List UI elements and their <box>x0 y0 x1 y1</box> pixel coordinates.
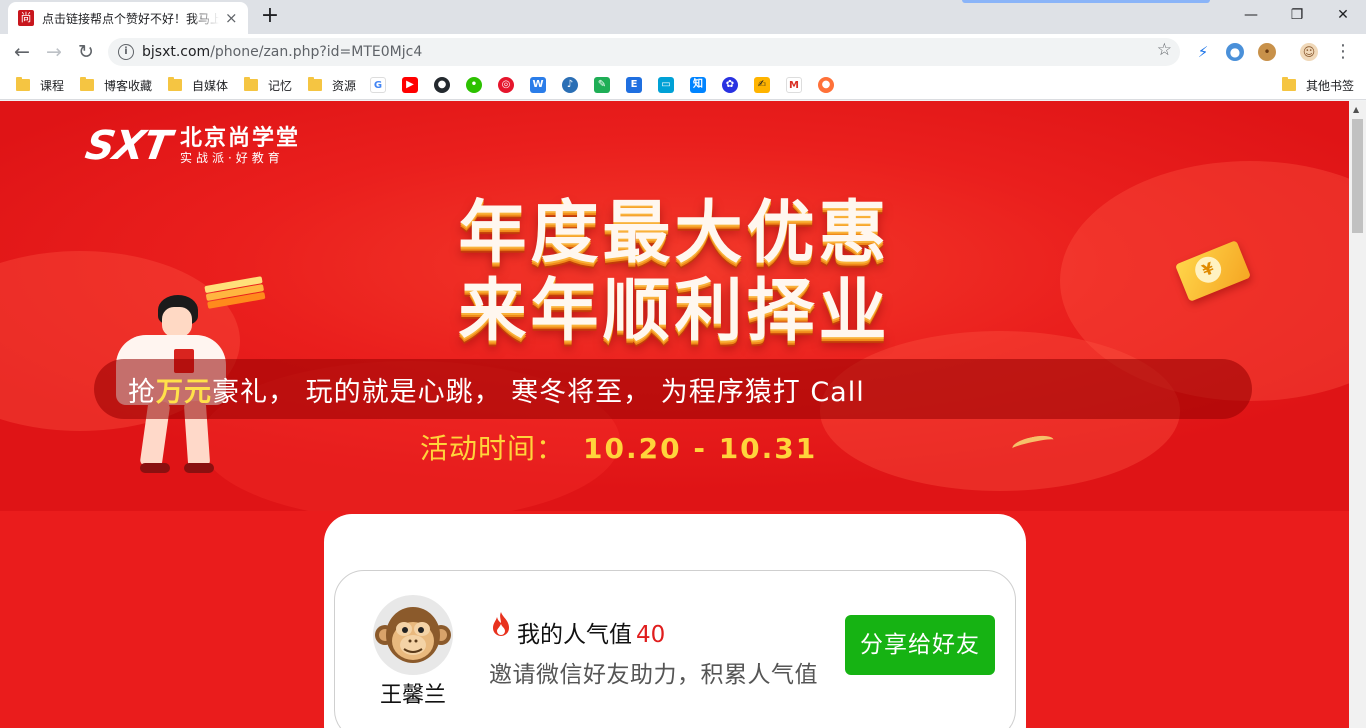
zhihu-icon[interactable]: 知 <box>690 77 706 93</box>
weibo-icon[interactable]: ◎ <box>498 77 514 93</box>
browser-toolbar: ← → ↻ i bjsxt.com/phone/zan.php?id=MTE0M… <box>0 34 1366 70</box>
bookmark-folder[interactable]: 资源 <box>308 76 356 94</box>
other-bookmarks-label: 其他书签 <box>1306 78 1355 93</box>
period-dates: 10.20 - 10.31 <box>583 432 818 465</box>
fox-icon[interactable]: ● <box>818 77 834 93</box>
restore-button[interactable]: ❐ <box>1274 0 1320 30</box>
scroll-up-icon[interactable]: ▲ <box>1353 105 1359 114</box>
bookmark-folder[interactable]: 课程 <box>16 76 64 94</box>
new-tab-button[interactable]: + <box>256 5 284 29</box>
share-button[interactable]: 分享给好友 <box>845 615 995 675</box>
address-bar[interactable]: i bjsxt.com/phone/zan.php?id=MTE0Mjc4 ☆ <box>108 38 1180 66</box>
page-viewport: SXT 北京尚学堂 实战派·好教育 年度最大优惠 来年顺利择业 ¥ 抢万元 豪礼… <box>0 101 1349 728</box>
tab-close-icon[interactable]: × <box>223 9 240 27</box>
popularity-label: 我的人气值 <box>517 622 632 648</box>
promo-banner: SXT 北京尚学堂 实战派·好教育 年度最大优惠 来年顺利择业 ¥ 抢万元 豪礼… <box>0 101 1349 511</box>
forward-button[interactable]: → <box>40 38 68 66</box>
bilibili-icon[interactable]: ▭ <box>658 77 674 93</box>
popularity-value: 40 <box>636 622 666 648</box>
bookmark-folder[interactable]: 博客收藏 <box>80 76 152 94</box>
bookmarks-bar: 课程 博客收藏 自媒体 记忆 资源 G ▶ ● • ◎ W ♪ ✎ E ▭ 知 … <box>0 70 1366 100</box>
other-bookmarks[interactable]: 其他书签 <box>1282 76 1354 94</box>
promo-tagline: 抢万元 豪礼， 玩的就是心跳， 寒冬将至， 为程序猿打 Call <box>94 359 1252 419</box>
bookmark-folder-label: 记忆 <box>268 78 293 93</box>
username: 王馨兰 <box>379 683 446 708</box>
monkey-avatar <box>373 595 453 675</box>
folder-icon <box>308 77 322 91</box>
profile-avatar-icon[interactable]: ☺ <box>1300 43 1318 61</box>
bolt-extension-icon[interactable]: ⚡ <box>1194 43 1212 61</box>
folder-icon <box>80 77 94 91</box>
activity-period: 活动时间： 10.20 - 10.31 <box>420 427 817 467</box>
tab-title: 点击链接帮点个赞好不好！我马上 <box>42 11 219 26</box>
invite-text: 邀请微信好友助力，积累人气值 <box>489 662 818 688</box>
title-bar-accent <box>962 0 1210 3</box>
user-card: 王馨兰 我的人气值 40 邀请微信好友助力，积累人气值 分享给好友 <box>324 514 1026 728</box>
minimize-button[interactable]: — <box>1228 0 1274 30</box>
tagline-highlight: 万元 <box>156 376 212 408</box>
w-icon[interactable]: W <box>530 77 546 93</box>
bookmark-folder-label: 资源 <box>332 78 357 93</box>
folder-icon <box>244 77 258 91</box>
google-icon[interactable]: G <box>370 77 386 93</box>
fire-icon <box>493 612 509 636</box>
bookmark-star-icon[interactable]: ☆ <box>1157 40 1172 60</box>
bookmark-folder[interactable]: 自媒体 <box>168 76 228 94</box>
folder-icon <box>1282 77 1296 91</box>
yen-icon: ¥ <box>1191 252 1226 287</box>
back-button[interactable]: ← <box>8 38 36 66</box>
tagline-post: 豪礼， 玩的就是心跳， 寒冬将至， 为程序猿打 Call <box>212 376 865 408</box>
browser-menu-icon[interactable]: ⋮ <box>1334 43 1352 61</box>
close-window-button[interactable]: ✕ <box>1320 0 1366 30</box>
brand-slogan: 实战派·好教育 <box>179 151 284 165</box>
bookmark-folder-label: 博客收藏 <box>104 78 153 93</box>
brand-text: 北京尚学堂 实战派·好教育 <box>179 126 300 166</box>
popularity-panel: 王馨兰 我的人气值 40 邀请微信好友助力，积累人气值 分享给好友 <box>334 570 1016 728</box>
title-bar: 尚 点击链接帮点个赞好不好！我马上 × + — ❐ ✕ <box>0 0 1366 34</box>
tagline-pre: 抢 <box>128 376 156 408</box>
globe-extension-icon[interactable]: ● <box>1226 43 1244 61</box>
address-url[interactable]: bjsxt.com/phone/zan.php?id=MTE0Mjc4 <box>142 44 422 60</box>
github-icon[interactable]: ● <box>434 77 450 93</box>
e-icon[interactable]: E <box>626 77 642 93</box>
page-scrollbar[interactable]: ▲ <box>1349 101 1366 728</box>
site-info-icon[interactable]: i <box>118 44 134 60</box>
brand-mark: SXT <box>81 123 174 169</box>
url-path: /phone/zan.php?id=MTE0Mjc4 <box>210 44 423 60</box>
bookmark-folder-label: 课程 <box>40 78 65 93</box>
brand-name: 北京尚学堂 <box>179 126 300 151</box>
baidu-icon[interactable]: ✿ <box>722 77 738 93</box>
reload-button[interactable]: ↻ <box>72 38 100 66</box>
cookie-extension-icon[interactable]: • <box>1258 43 1276 61</box>
headline-line-1: 年度最大优惠 <box>458 194 891 273</box>
tab-favicon-icon: 尚 <box>18 10 34 26</box>
pen-icon[interactable]: ✍ <box>754 77 770 93</box>
monkey-icon <box>375 607 451 663</box>
url-host: bjsxt.com <box>142 44 211 60</box>
popularity-row: 我的人气值 40 <box>517 615 665 649</box>
scrollbar-thumb[interactable] <box>1352 119 1363 233</box>
feather-icon[interactable]: ✎ <box>594 77 610 93</box>
brand-logo: SXT 北京尚学堂 实战派·好教育 <box>82 123 300 169</box>
youtube-icon[interactable]: ▶ <box>402 77 418 93</box>
folder-icon <box>16 77 30 91</box>
bookmark-folder[interactable]: 记忆 <box>244 76 292 94</box>
gmail-icon[interactable]: M <box>786 77 802 93</box>
douban-icon[interactable]: ♪ <box>562 77 578 93</box>
browser-tab[interactable]: 尚 点击链接帮点个赞好不好！我马上 × <box>8 2 248 34</box>
wechat-icon[interactable]: • <box>466 77 482 93</box>
period-label: 活动时间： <box>420 432 566 465</box>
folder-icon <box>168 77 182 91</box>
bookmark-folder-label: 自媒体 <box>192 78 229 93</box>
